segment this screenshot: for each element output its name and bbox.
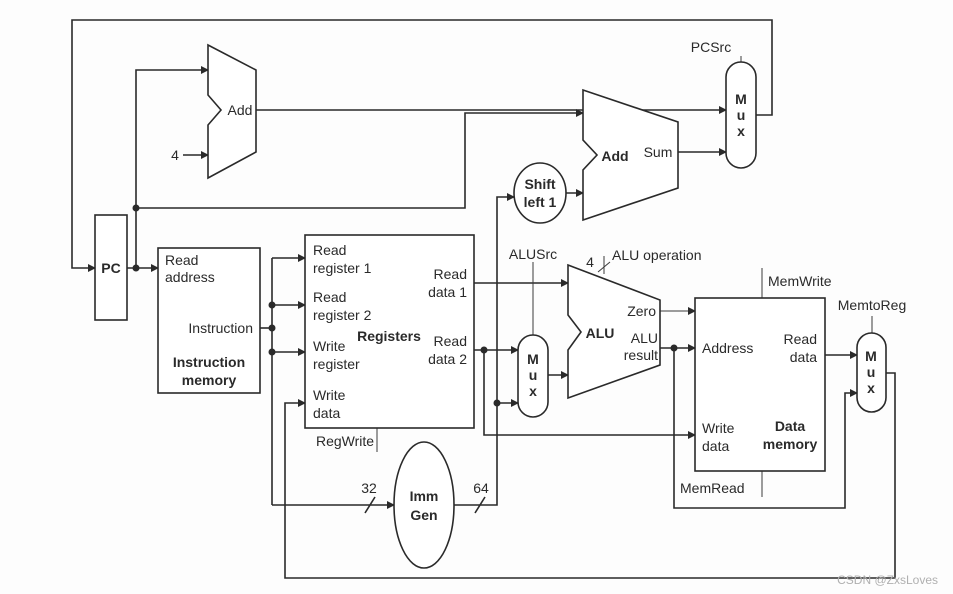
dmem-label: data (790, 349, 817, 365)
reg-label: register (313, 356, 360, 372)
pcsrc-label: PCSrc (691, 39, 731, 55)
instruction-label: Instruction (188, 320, 253, 336)
alu-label: ALU (586, 325, 615, 341)
alu-operation-label: ALU operation (612, 247, 702, 263)
reg-label: Write (313, 387, 346, 403)
reg-label: Read (313, 242, 346, 258)
imm-gen (393, 441, 455, 569)
pc-adder-label: Add (228, 102, 253, 118)
datapath-svg: PC Add 4 Add Sum M u x PCSrc Shift left … (71, 19, 938, 587)
reg-label: Write (313, 338, 346, 354)
zero-label: Zero (627, 303, 656, 319)
mux-letter: u (737, 107, 746, 123)
imem-title: Instruction (173, 354, 245, 370)
read-address-label: Read (165, 252, 198, 268)
dmem-label: Read (784, 331, 817, 347)
immgen-label: Imm (410, 488, 439, 504)
width-label: 32 (361, 480, 377, 496)
memwrite-label: MemWrite (768, 273, 832, 289)
reg-label: data (313, 405, 340, 421)
dmem-title: Data (775, 418, 806, 434)
shift-left-unit (513, 162, 567, 224)
reg-label: Read (313, 289, 346, 305)
datapath-diagram: PC Add 4 Add Sum M u x PCSrc Shift left … (0, 0, 953, 594)
mux-letter: x (529, 383, 537, 399)
constant-four: 4 (171, 147, 179, 163)
registers-title: Registers (357, 328, 421, 344)
mux-letter: M (735, 91, 747, 107)
shift-label: Shift (524, 176, 555, 192)
width-label: 4 (586, 254, 594, 270)
imem-title: memory (182, 372, 237, 388)
reg-label: register 2 (313, 307, 372, 323)
dmem-label: Address (702, 340, 753, 356)
regwrite-label: RegWrite (316, 433, 374, 449)
branch-adder-label: Add (601, 148, 628, 164)
reg-label: register 1 (313, 260, 372, 276)
mux-letter: x (737, 123, 745, 139)
immgen-label: Gen (410, 507, 437, 523)
memread-label: MemRead (680, 480, 745, 496)
reg-label: data 2 (428, 351, 467, 367)
alu-result-label: result (624, 347, 658, 363)
reg-label: Read (434, 333, 467, 349)
alu-result-label: ALU (631, 330, 658, 346)
pc-label: PC (101, 260, 120, 276)
sum-label: Sum (644, 144, 673, 160)
width-label: 64 (473, 480, 489, 496)
mux-letter: u (529, 367, 538, 383)
mux-letter: M (865, 348, 877, 364)
watermark: CSDN @ZxsLoves (837, 573, 938, 587)
dmem-label: data (702, 438, 729, 454)
mux-letter: M (527, 351, 539, 367)
dmem-title: memory (763, 436, 818, 452)
shift-label: left 1 (524, 194, 557, 210)
read-address-label: address (165, 269, 215, 285)
alusrc-label: ALUSrc (509, 246, 557, 262)
reg-label: Read (434, 266, 467, 282)
dmem-label: Write (702, 420, 735, 436)
memtoreg-label: MemtoReg (838, 297, 906, 313)
reg-label: data 1 (428, 284, 467, 300)
mux-letter: x (867, 380, 875, 396)
mux-letter: u (867, 364, 876, 380)
